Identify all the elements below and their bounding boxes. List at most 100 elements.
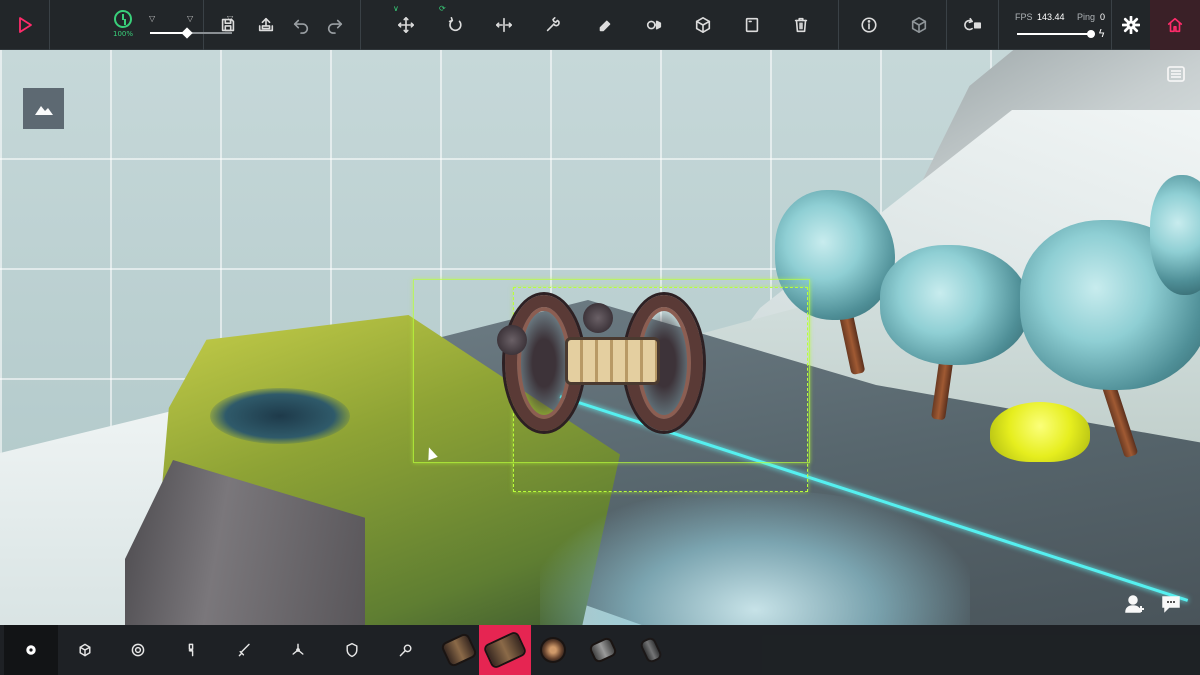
propeller-icon <box>292 643 304 655</box>
block-category-bar <box>0 625 1200 675</box>
time-scale-icon[interactable] <box>114 10 132 28</box>
block-small-wheel[interactable] <box>577 625 629 675</box>
block-list-button[interactable] <box>1166 64 1186 84</box>
home-button[interactable] <box>1159 9 1191 41</box>
log-block-thumbnail <box>484 632 526 668</box>
eraser-icon <box>599 20 611 32</box>
add-player-button[interactable] <box>1122 591 1148 617</box>
category-armour[interactable] <box>325 625 379 675</box>
flip-icon <box>495 17 513 33</box>
slider-marker-icon: ▽ <box>187 14 194 23</box>
cube-icon <box>695 16 711 34</box>
chat-button[interactable] <box>1158 590 1184 616</box>
grass-pit <box>210 388 350 444</box>
game-viewport[interactable] <box>0 50 1200 625</box>
block-info-button[interactable] <box>687 9 719 41</box>
time-scale-label: 100% <box>113 30 134 38</box>
redo-icon <box>327 19 343 34</box>
block-wheel[interactable] <box>527 625 579 675</box>
machine-gear <box>497 325 527 355</box>
category-weaponry[interactable] <box>218 625 272 675</box>
category-flight[interactable] <box>271 625 325 675</box>
block-brace[interactable] <box>625 625 677 675</box>
rotate-tool-button[interactable] <box>439 9 471 41</box>
translate-tool-button[interactable] <box>390 9 422 41</box>
play-icon <box>19 17 32 33</box>
yellow-bush <box>990 402 1090 462</box>
lightning-icon: ϟ <box>1098 27 1106 40</box>
ping-value: 0 <box>1100 12 1106 22</box>
category-blocks[interactable] <box>58 625 112 675</box>
home-icon <box>1167 17 1183 33</box>
info-button[interactable] <box>853 9 885 41</box>
trash-icon <box>794 17 808 33</box>
rotate-icon <box>448 16 462 32</box>
stats-group: FPS 143.44 Ping 0 ϟ <box>999 0 1112 50</box>
magnifier-icon <box>399 644 412 657</box>
slider-marker-icon: ▽ <box>149 14 156 23</box>
texture-icon <box>745 17 759 33</box>
load-icon <box>258 17 274 32</box>
category-basic[interactable] <box>4 625 58 675</box>
camera-group <box>947 0 999 50</box>
block-log[interactable] <box>479 625 531 675</box>
undo-button[interactable] <box>285 9 317 41</box>
machine-gear <box>583 303 613 333</box>
flip-tool-button[interactable] <box>488 9 520 41</box>
wheel-icon <box>131 643 145 657</box>
move-arrows-icon <box>397 16 415 34</box>
save-icon <box>221 18 235 32</box>
wooden-block-thumbnail <box>442 634 476 666</box>
wrench-icon <box>546 16 560 32</box>
top-toolbar: 100% ▽ ▽ ▽ ∨ ⟳ FPS 143.44 Ping 0 ϟ <box>0 0 1200 50</box>
sword-icon <box>238 643 250 657</box>
brace-thumbnail <box>641 638 661 662</box>
build-tools-group: ∨ ⟳ <box>361 0 839 50</box>
category-locomotion[interactable] <box>111 625 165 675</box>
delete-button[interactable] <box>785 9 817 41</box>
modify-tool-button[interactable] <box>537 9 569 41</box>
fps-value: 143.44 <box>1037 12 1065 22</box>
load-button[interactable] <box>250 9 282 41</box>
fps-label: FPS <box>1015 12 1033 22</box>
add-user-icon <box>1125 595 1144 613</box>
gear-icon <box>26 645 36 655</box>
time-scale-group: 100% ▽ ▽ ▽ <box>50 0 233 50</box>
info-icon <box>861 17 877 33</box>
small-wheel-thumbnail <box>590 638 616 662</box>
settings-button[interactable] <box>1115 9 1147 41</box>
mountain-icon <box>34 105 53 115</box>
ping-label: Ping <box>1077 12 1096 22</box>
camera-reset-button[interactable] <box>957 9 989 41</box>
gear-icon <box>1122 16 1140 34</box>
hinge-icon <box>188 643 194 657</box>
chat-bubble-icon <box>1162 596 1180 613</box>
texture-toggle-button[interactable] <box>736 9 768 41</box>
time-scale-knob[interactable] <box>181 27 193 39</box>
block-wooden[interactable] <box>433 625 485 675</box>
cube-outline-icon <box>911 16 927 34</box>
machine-log-body <box>565 337 660 385</box>
center-of-mass-button[interactable] <box>638 9 670 41</box>
center-of-mass-icon <box>646 20 662 30</box>
simulation-group <box>0 0 50 50</box>
view-mode-button[interactable] <box>903 9 935 41</box>
network-slider[interactable] <box>1017 30 1096 38</box>
erase-tool-button[interactable] <box>589 9 621 41</box>
redo-button[interactable] <box>319 9 351 41</box>
wheel-block-thumbnail <box>542 639 564 661</box>
player-machine[interactable] <box>495 295 710 435</box>
cube-icon <box>79 643 91 657</box>
main-menu-group <box>1150 0 1200 50</box>
network-slider-knob[interactable] <box>1087 30 1096 38</box>
shield-icon <box>346 642 358 658</box>
list-menu-icon <box>1167 66 1185 82</box>
tree-canopy <box>880 245 1030 365</box>
save-button[interactable] <box>212 9 244 41</box>
network-slider-fill <box>1017 33 1092 35</box>
category-mechanical[interactable] <box>164 625 218 675</box>
environment-button[interactable] <box>23 88 64 129</box>
play-simulation-button[interactable] <box>9 9 41 41</box>
category-utility[interactable] <box>379 625 433 675</box>
undo-icon <box>293 19 309 34</box>
